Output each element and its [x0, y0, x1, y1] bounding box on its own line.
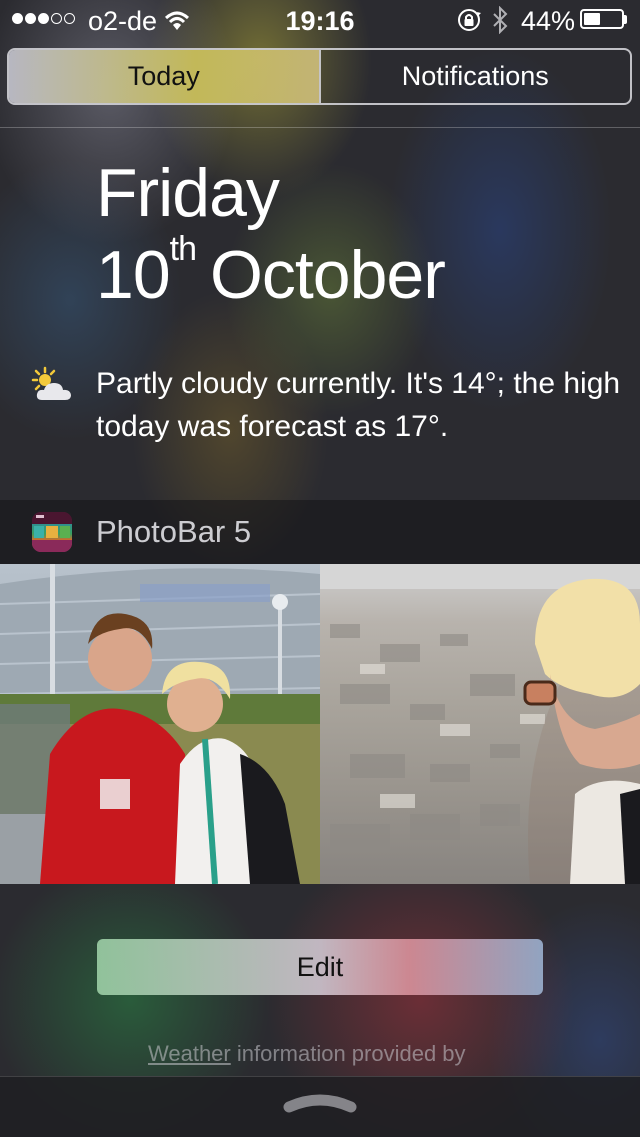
date-month: October [210, 237, 446, 313]
bluetooth-icon [491, 5, 509, 41]
rotation-lock-icon [457, 8, 483, 39]
date-day-month: 10th October [96, 230, 446, 314]
photo-thumbnail[interactable] [320, 564, 640, 884]
attribution-text: information provided by [230, 1041, 466, 1066]
widget-title: PhotoBar 5 [96, 514, 252, 549]
widget-header[interactable]: PhotoBar 5 [0, 500, 640, 564]
partly-cloudy-icon [30, 366, 74, 407]
battery-level-fill [584, 13, 600, 25]
photo-thumbnail[interactable] [0, 564, 320, 884]
date-day: 10 [96, 237, 171, 313]
weather-link[interactable]: Weather [148, 1041, 231, 1066]
weather-attribution: Weather information provided by [148, 1041, 466, 1067]
battery-percentage: 44% [521, 6, 576, 36]
status-bar: o2-de 19:16 44% [0, 0, 640, 40]
date-weekday: Friday [96, 155, 280, 231]
tab-today[interactable]: Today [9, 50, 319, 103]
header-divider [0, 127, 640, 128]
battery-cap [624, 15, 627, 24]
weather-summary: Partly cloudy currently. It's 14°; the h… [96, 367, 621, 443]
photobar-app-icon [32, 512, 72, 552]
battery-icon [580, 9, 624, 29]
edit-button[interactable]: Edit [97, 939, 543, 995]
grabber-handle-icon[interactable] [283, 1091, 357, 1120]
tab-notifications[interactable]: Notifications [318, 50, 631, 103]
view-switcher: Today Notifications [7, 48, 632, 105]
date-day-suffix: th [169, 230, 197, 268]
photo-strip [0, 564, 640, 884]
